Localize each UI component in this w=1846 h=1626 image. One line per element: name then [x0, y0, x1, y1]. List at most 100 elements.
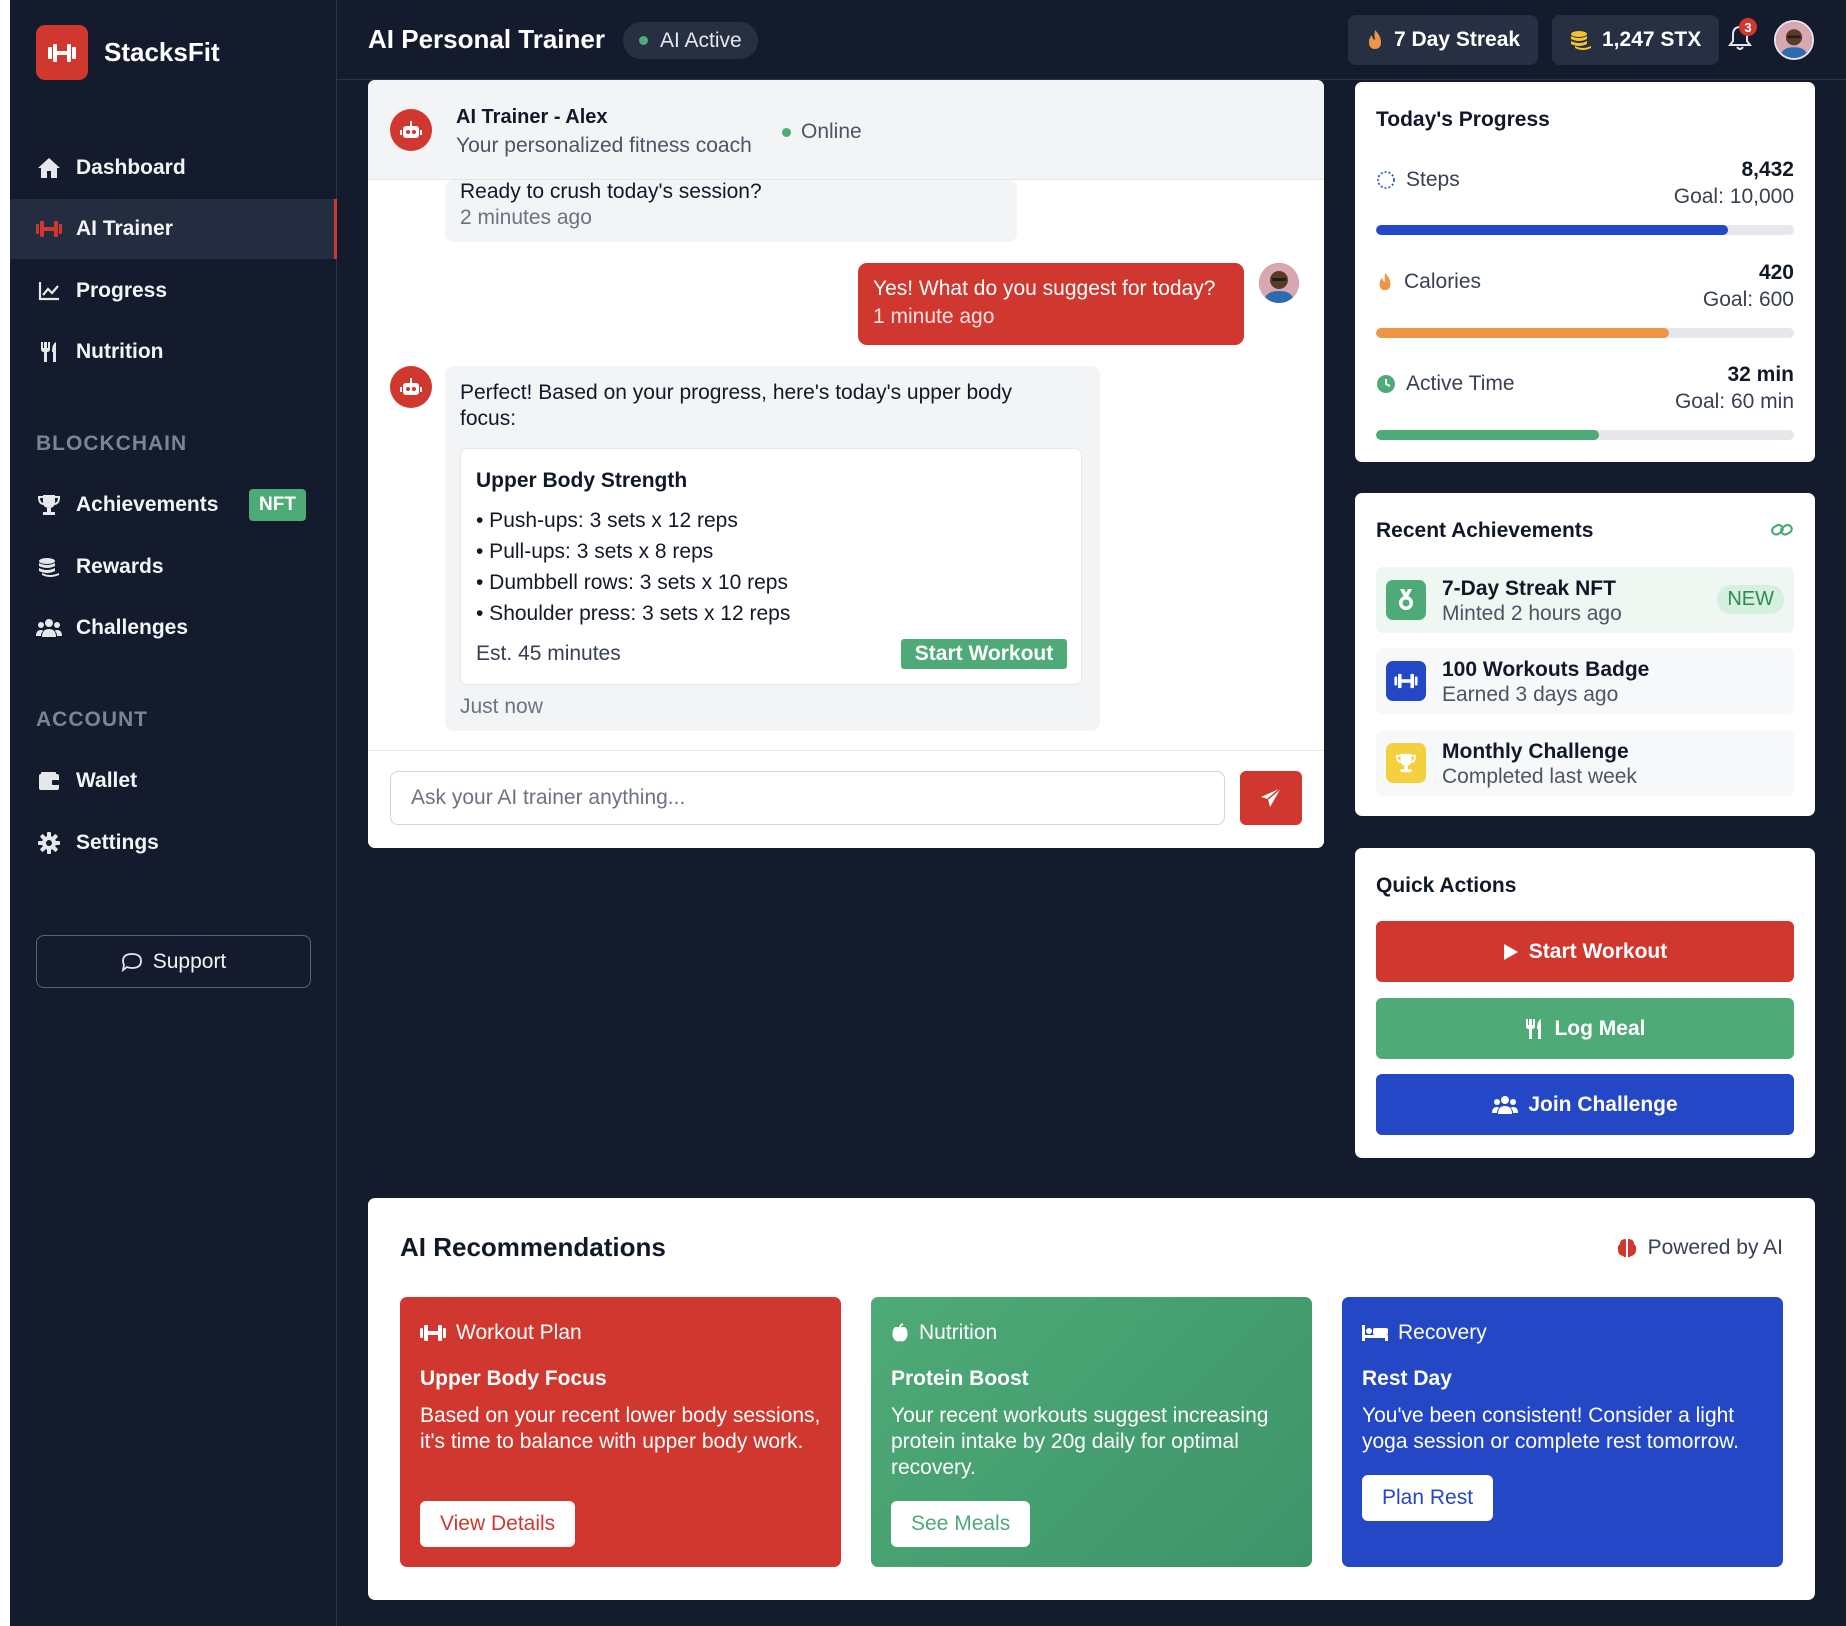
achievement-item[interactable]: Monthly Challenge Completed last week	[1376, 730, 1794, 796]
metric-steps: Steps	[1376, 168, 1460, 192]
message-text: Perfect! Based on your progress, here's …	[460, 380, 1012, 432]
metric-label: Steps	[1406, 168, 1460, 191]
category-label: Nutrition	[919, 1321, 998, 1344]
dumbbell-icon	[36, 216, 62, 242]
achievement-item[interactable]: 100 Workouts Badge Earned 3 days ago	[1376, 648, 1794, 714]
metric-goal: Goal: 10,000	[1673, 185, 1794, 208]
card-title: Today's Progress	[1376, 108, 1550, 131]
calories-progress-bar	[1376, 328, 1794, 338]
metric-calories: Calories	[1376, 270, 1481, 294]
wallet-icon	[36, 768, 62, 794]
list-item: • Shoulder press: 3 sets x 12 reps	[476, 602, 791, 625]
achievement-item[interactable]: 7-Day Streak NFT Minted 2 hours ago NEW	[1376, 567, 1794, 633]
balance-pill[interactable]: 1,247 STX	[1552, 15, 1720, 65]
sidebar-item-progress[interactable]: Progress	[10, 261, 337, 321]
streak-pill[interactable]: 7 Day Streak	[1348, 15, 1539, 65]
bed-icon	[1362, 1325, 1388, 1341]
chat-composer	[368, 750, 1324, 848]
sidebar-item-nutrition[interactable]: Nutrition	[10, 322, 337, 382]
trainer-subtitle: Your personalized fitness coach	[456, 134, 752, 157]
achievement-subtitle: Earned 3 days ago	[1442, 683, 1619, 706]
top-bar: AI Personal Trainer AI Active 7 Day Stre…	[337, 0, 1846, 80]
metric-goal: Goal: 60 min	[1674, 390, 1794, 413]
exercise-list: • Push-ups: 3 sets x 12 reps • Pull-ups:…	[476, 505, 790, 629]
message-text: Yes! What do you suggest for today?	[873, 277, 1216, 300]
todays-progress-card: Today's Progress Steps 8,432 Goal: 10,00…	[1355, 82, 1815, 462]
recommendation-category: Workout Plan	[420, 1321, 582, 1345]
recommendation-description: Your recent workouts suggest increasing …	[891, 1404, 1269, 1479]
quick-actions-card: Quick Actions Start Workout Log Meal Joi…	[1355, 848, 1815, 1158]
achievement-name: 7-Day Streak NFT	[1442, 577, 1616, 600]
start-workout-button[interactable]: Start Workout	[901, 639, 1067, 669]
sidebar-item-settings[interactable]: Settings	[10, 813, 337, 873]
coins-icon	[36, 554, 62, 580]
balance-label: 1,247 STX	[1602, 28, 1702, 51]
sidebar-item-wallet[interactable]: Wallet	[10, 751, 337, 811]
trophy-icon	[36, 492, 62, 518]
home-icon	[36, 155, 62, 181]
list-item: • Pull-ups: 3 sets x 8 reps	[476, 540, 714, 563]
paper-plane-icon	[1261, 787, 1282, 807]
powered-by: Powered by AI	[1616, 1236, 1783, 1260]
fire-icon	[1379, 272, 1391, 291]
metric-value: 8,432	[1741, 158, 1794, 181]
sidebar-item-label: Progress	[76, 279, 168, 302]
metric-value: 32 min	[1727, 363, 1794, 386]
sidebar-item-rewards[interactable]: Rewards	[10, 537, 337, 597]
brain-icon	[1617, 1239, 1636, 1258]
sidebar-item-dashboard[interactable]: Dashboard	[10, 138, 337, 198]
metric-goal: Goal: 600	[1702, 288, 1794, 311]
powered-by-label: Powered by AI	[1647, 1236, 1783, 1259]
chat-panel: AI Trainer - Alex Your personalized fitn…	[368, 80, 1324, 848]
start-workout-button[interactable]: Start Workout	[1376, 921, 1794, 982]
utensils-icon	[36, 339, 62, 365]
list-item: • Dumbbell rows: 3 sets x 10 reps	[476, 571, 788, 594]
plan-rest-button[interactable]: Plan Rest	[1362, 1475, 1494, 1521]
online-dot	[782, 127, 791, 137]
view-details-button[interactable]: View Details	[420, 1501, 576, 1547]
recommendation-name: Rest Day	[1362, 1367, 1452, 1390]
section-title: AI Recommendations	[400, 1232, 666, 1262]
sidebar-item-label: Wallet	[76, 769, 138, 792]
button-label: Start Workout	[1528, 939, 1668, 963]
workout-title: Upper Body Strength	[476, 469, 688, 492]
log-meal-button[interactable]: Log Meal	[1376, 998, 1794, 1059]
section-label-blockchain: BLOCKCHAIN	[36, 432, 188, 455]
card-title: Recent Achievements	[1376, 519, 1594, 542]
chat-message-bot: Ready to crush today's session? 2 minute…	[445, 180, 1017, 242]
join-challenge-button[interactable]: Join Challenge	[1376, 1074, 1794, 1135]
chat-message-user: Yes! What do you suggest for today? 1 mi…	[858, 263, 1244, 345]
achievement-name: Monthly Challenge	[1442, 740, 1629, 763]
chat-input[interactable]	[390, 771, 1225, 825]
sidebar-item-label: Achievements	[76, 493, 219, 516]
notification-count-badge: 3	[1739, 18, 1757, 36]
sidebar: StacksFit Dashboard AI Trainer Progress …	[10, 0, 337, 1626]
recommendation-category: Recovery	[1362, 1321, 1487, 1345]
gear-icon	[36, 830, 62, 856]
sidebar-item-label: Nutrition	[76, 340, 164, 363]
support-label: Support	[152, 949, 227, 973]
user-photo-icon	[1259, 263, 1299, 303]
brand[interactable]: StacksFit	[36, 25, 220, 80]
chart-line-icon	[36, 278, 62, 304]
avatar[interactable]	[1774, 20, 1814, 60]
user-photo-icon	[1776, 22, 1812, 58]
button-label: Join Challenge	[1528, 1092, 1678, 1116]
recommendation-card-workout: Workout Plan Upper Body Focus Based on y…	[400, 1297, 841, 1567]
see-meals-button[interactable]: See Meals	[891, 1501, 1031, 1547]
support-button[interactable]: Support	[36, 935, 311, 988]
link-icon[interactable]	[1770, 520, 1794, 540]
sidebar-item-achievements[interactable]: Achievements NFT	[10, 475, 337, 535]
coins-icon	[1571, 31, 1591, 50]
sidebar-item-ai-trainer[interactable]: AI Trainer	[10, 199, 337, 259]
robot-icon	[390, 366, 432, 408]
message-time: 2 minutes ago	[460, 206, 592, 229]
sidebar-item-challenges[interactable]: Challenges	[10, 598, 337, 658]
workout-estimate: Est. 45 minutes	[476, 642, 621, 665]
status-dot	[639, 36, 648, 45]
clock-icon	[1377, 375, 1395, 393]
dumbbell-icon	[420, 1325, 446, 1341]
achievement-subtitle: Minted 2 hours ago	[1442, 602, 1622, 625]
message-text-line: focus:	[460, 407, 517, 430]
send-button[interactable]	[1240, 771, 1302, 825]
